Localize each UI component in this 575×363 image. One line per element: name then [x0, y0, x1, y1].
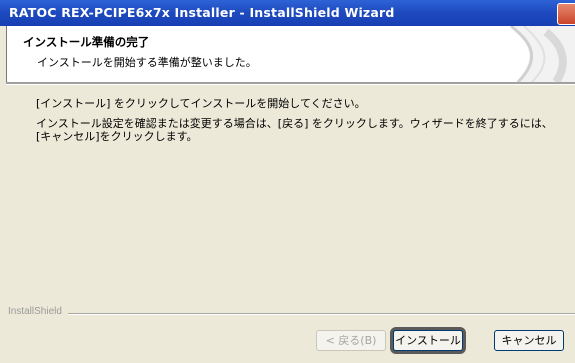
instruction-text: [インストール] をクリックしてインストールを開始してください。: [36, 97, 366, 110]
close-icon[interactable]: [557, 3, 575, 25]
install-button[interactable]: インストール: [393, 330, 463, 351]
wizard-header: インストール準備の完了 インストールを開始する準備が整いました。: [6, 26, 575, 82]
description-text: インストール設定を確認または変更する場合は、[戻る] をクリックします。ウィザー…: [36, 117, 553, 143]
installshield-brand: InstallShield: [8, 306, 62, 317]
footer-divider: [68, 313, 575, 315]
back-button[interactable]: < 戻る(B): [316, 330, 386, 351]
header-title: インストール準備の完了: [23, 35, 150, 49]
header-graphic-icon: [456, 26, 575, 82]
wizard-body: [インストール] をクリックしてインストールを開始してください。 インストール設…: [6, 85, 575, 305]
installer-window: RATOC REX-PCIPE6x7x Installer - InstallS…: [0, 0, 575, 363]
title-bar[interactable]: RATOC REX-PCIPE6x7x Installer - InstallS…: [0, 0, 575, 26]
window-title: RATOC REX-PCIPE6x7x Installer - InstallS…: [9, 5, 395, 20]
header-subtitle: インストールを開始する準備が整いました。: [37, 56, 257, 69]
cancel-button[interactable]: キャンセル: [494, 330, 564, 351]
